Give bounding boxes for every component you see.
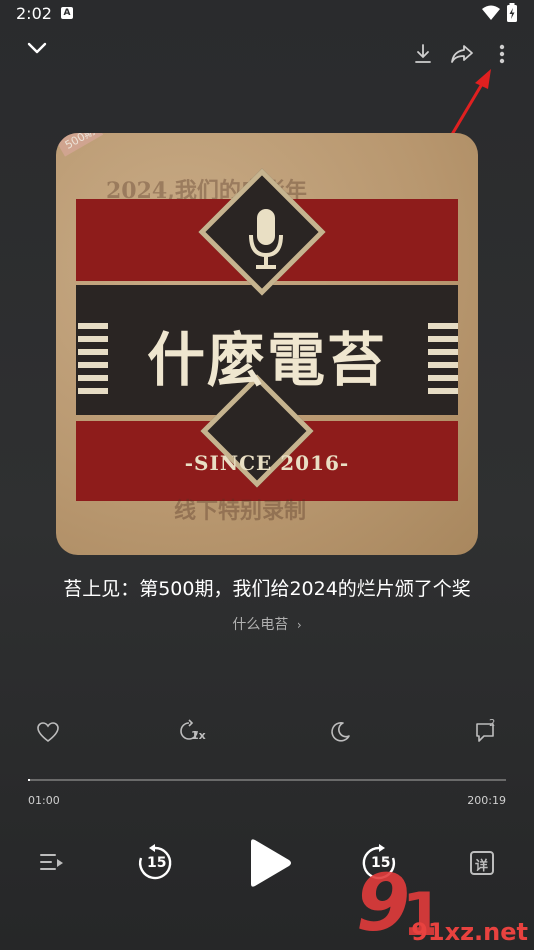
share-icon[interactable] [450, 43, 474, 65]
site-watermark: 9 1 91xz.net [354, 845, 534, 950]
playlist-icon[interactable] [39, 851, 65, 875]
total-time: 200:19 [467, 794, 506, 807]
comment-button[interactable]: 2 [474, 718, 500, 745]
episode-title: 苔上见：第500期，我们给2024的烂片颁了个奖 [63, 578, 471, 600]
cover-since-text: -SINCE 2016- [184, 451, 350, 475]
battery-icon [507, 3, 517, 22]
status-bar: 2:02 A [0, 0, 534, 28]
microphone-icon [249, 209, 283, 269]
moon-icon[interactable] [329, 721, 351, 743]
cover-episode-badge: 500期 [56, 133, 104, 157]
cover-show-title: 什麼電苔 [146, 326, 387, 394]
wifi-icon [482, 5, 500, 20]
comment-count: 2 [489, 718, 496, 729]
current-time: 01:00 [28, 794, 60, 807]
download-icon[interactable] [413, 43, 433, 65]
play-icon[interactable] [247, 838, 293, 888]
podcast-name-link[interactable]: 什么电苔 › [0, 614, 534, 634]
watermark-text: 91xz.net [411, 918, 528, 946]
cover-faded-bottom-text: 线下特别录制 [174, 498, 307, 524]
progress-fill [28, 779, 30, 781]
podcast-name: 什么电苔 [232, 617, 289, 633]
playback-speed-button[interactable]: 1x [178, 719, 208, 745]
rewind-seconds: 15 [147, 855, 167, 871]
chevron-down-icon[interactable] [26, 40, 48, 56]
status-time: 2:02 [16, 4, 52, 23]
rewind-15-button[interactable]: 15 [136, 844, 174, 882]
speed-label: 1x [191, 729, 206, 742]
notification-a-icon: A [61, 7, 73, 19]
heart-icon[interactable] [36, 721, 60, 743]
chevron-right-icon: › [296, 618, 302, 632]
progress-track[interactable] [28, 779, 506, 781]
podcast-cover-art: 500期 2024,我们的电影年 什麼電苔 -SINCE 2016- 线下特别录… [56, 133, 478, 555]
more-vertical-icon[interactable] [497, 43, 507, 65]
